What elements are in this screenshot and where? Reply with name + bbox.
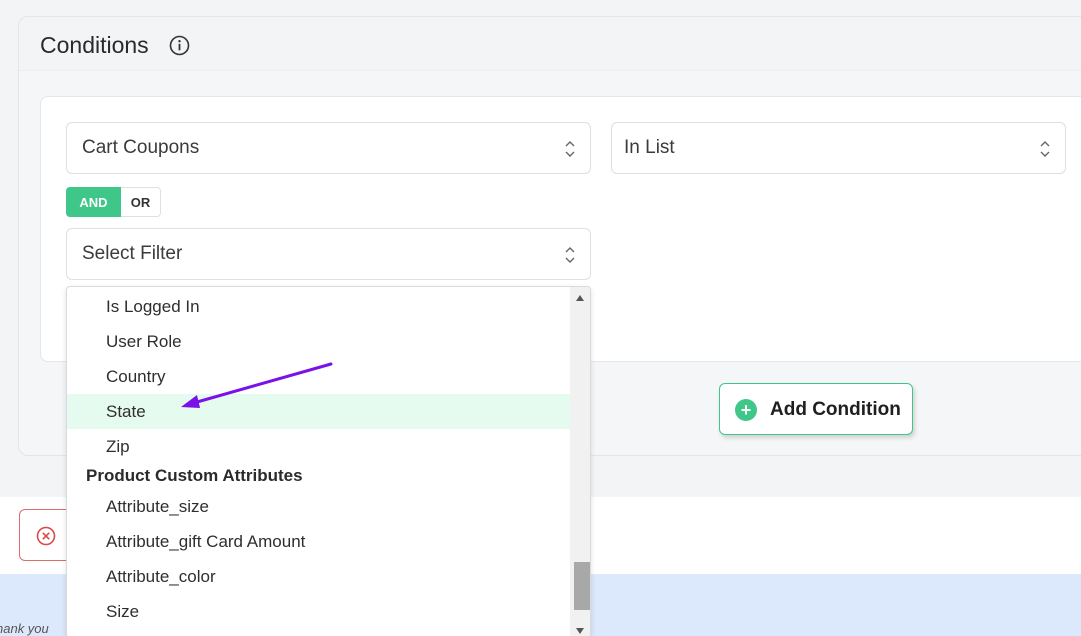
- condition-type-value: Cart Coupons: [82, 137, 200, 158]
- dropdown-option-user-role[interactable]: User Role: [67, 324, 571, 359]
- plus-circle-icon: +: [735, 399, 757, 421]
- dropdown-option-attribute-size[interactable]: Attribute_size: [67, 489, 571, 524]
- conditions-header: Conditions: [19, 17, 1081, 71]
- scroll-down-arrow-icon[interactable]: [576, 628, 584, 634]
- dropdown-option-attribute-color[interactable]: Attribute_color: [67, 559, 571, 594]
- chevron-up-down-icon: [1040, 141, 1050, 157]
- dropdown-option-attribute-gift-card-amount[interactable]: Attribute_gift Card Amount: [67, 524, 571, 559]
- scroll-up-arrow-icon[interactable]: [576, 295, 584, 301]
- and-toggle-button[interactable]: AND: [66, 187, 121, 217]
- dropdown-group-product-custom-attributes: Product Custom Attributes: [86, 466, 303, 485]
- dropdown-option-zip[interactable]: Zip: [67, 429, 571, 464]
- info-circle-icon[interactable]: [169, 35, 190, 56]
- scrollbar-thumb[interactable]: [574, 562, 590, 610]
- dropdown-option-state[interactable]: State: [67, 394, 571, 429]
- filter-select-value: Select Filter: [82, 243, 183, 264]
- conditions-title: Conditions: [40, 32, 149, 58]
- chevron-up-down-icon: [565, 247, 575, 263]
- dropdown-scrollbar[interactable]: [570, 287, 590, 636]
- filter-select[interactable]: Select Filter: [66, 228, 591, 280]
- dropdown-option-is-logged-in[interactable]: Is Logged In: [67, 289, 571, 324]
- condition-type-select[interactable]: Cart Coupons: [66, 122, 591, 174]
- add-condition-button[interactable]: + Add Condition: [719, 383, 913, 435]
- filter-dropdown-list[interactable]: Is Logged In User Role Country State Zip…: [66, 286, 591, 636]
- dropdown-option-country[interactable]: Country: [67, 359, 571, 394]
- error-circle-x-icon[interactable]: [36, 526, 56, 546]
- dropdown-option-size[interactable]: Size: [67, 594, 571, 629]
- add-condition-label: Add Condition: [770, 399, 901, 420]
- operator-value: In List: [624, 137, 675, 158]
- operator-select[interactable]: In List: [611, 122, 1066, 174]
- footer-thank-you-text: hank you: [0, 621, 49, 636]
- or-toggle-button[interactable]: OR: [121, 187, 161, 217]
- chevron-up-down-icon: [565, 141, 575, 157]
